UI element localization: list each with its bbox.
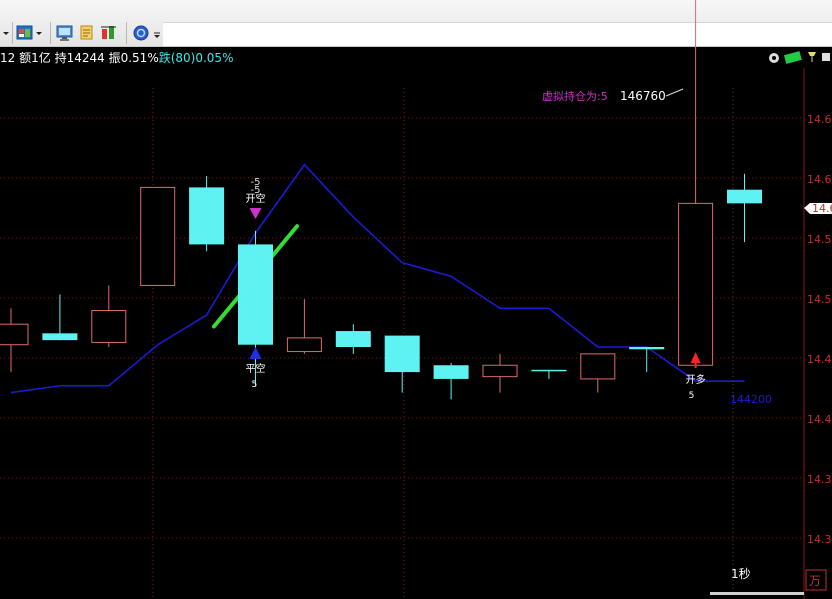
- y-tick-label: 14.5: [807, 233, 832, 246]
- candle-body: [42, 333, 78, 341]
- annotations-layer: -5-5开空平空5 开多5虚拟持仓为:5 1467601442001秒: [246, 88, 804, 595]
- close-short-label: 平空: [246, 362, 266, 375]
- candle-body: [629, 347, 665, 350]
- y-tick-label: 14.4: [807, 353, 832, 366]
- price-axis: 14.6 14.6 14.5 14.5 14.4 14.4 14.3 14.3 14.6 万: [804, 113, 832, 591]
- candle-body: [140, 186, 176, 286]
- battery-icon[interactable]: [783, 51, 802, 64]
- peak-value-label: 146760: [620, 89, 666, 103]
- ma-line-layer: [10, 163, 745, 394]
- period-label: 1秒: [731, 567, 751, 581]
- peak-leader-line: [665, 88, 684, 97]
- ma-end-label: 144200: [730, 393, 772, 406]
- candle-body: [433, 365, 469, 379]
- candle-body: [189, 187, 225, 245]
- candle-body: [0, 323, 29, 346]
- y-tick-label: 14.6: [807, 113, 832, 126]
- scroll-bar: [710, 592, 804, 595]
- virtual-position-label: 虚拟持仓为:5: [542, 89, 608, 103]
- candle-body: [91, 310, 127, 343]
- candle-body: [286, 337, 322, 353]
- ma-line-series: [10, 163, 745, 394]
- small-box-icon[interactable]: [822, 53, 830, 61]
- pin-icon[interactable]: [808, 52, 816, 62]
- y-tick-label: 14.3: [807, 533, 832, 546]
- close-short-qty: 5: [252, 380, 258, 390]
- open-short-label: 开空: [246, 192, 266, 205]
- candles-layer: [0, 0, 762, 400]
- candle-body: [335, 331, 371, 347]
- open-long-label: 开多: [686, 373, 706, 386]
- candle-body: [678, 202, 714, 366]
- corner-char: 万: [809, 574, 821, 588]
- current-price-label: 14.6: [812, 202, 832, 215]
- y-tick-label: 14.5: [807, 293, 832, 306]
- candle-body: [580, 353, 616, 380]
- candle-body: [482, 364, 518, 378]
- open-long-qty: 5: [689, 391, 695, 401]
- sell-arrow-icon: [249, 208, 262, 219]
- y-tick-label: 14.4: [807, 413, 832, 426]
- settings-gear-icon[interactable]: [769, 53, 779, 63]
- candle-body: [238, 244, 273, 345]
- candle-body: [531, 369, 567, 372]
- y-tick-label: 14.3: [807, 473, 832, 486]
- buy-arrow-icon: [249, 347, 262, 359]
- y-tick-label: 14.6: [807, 173, 832, 186]
- candlestick-chart[interactable]: -5-5开空平空5 开多5虚拟持仓为:5 1467601442001秒 14.614…: [0, 0, 832, 599]
- candle-body: [727, 189, 762, 204]
- candle-body: [384, 335, 420, 373]
